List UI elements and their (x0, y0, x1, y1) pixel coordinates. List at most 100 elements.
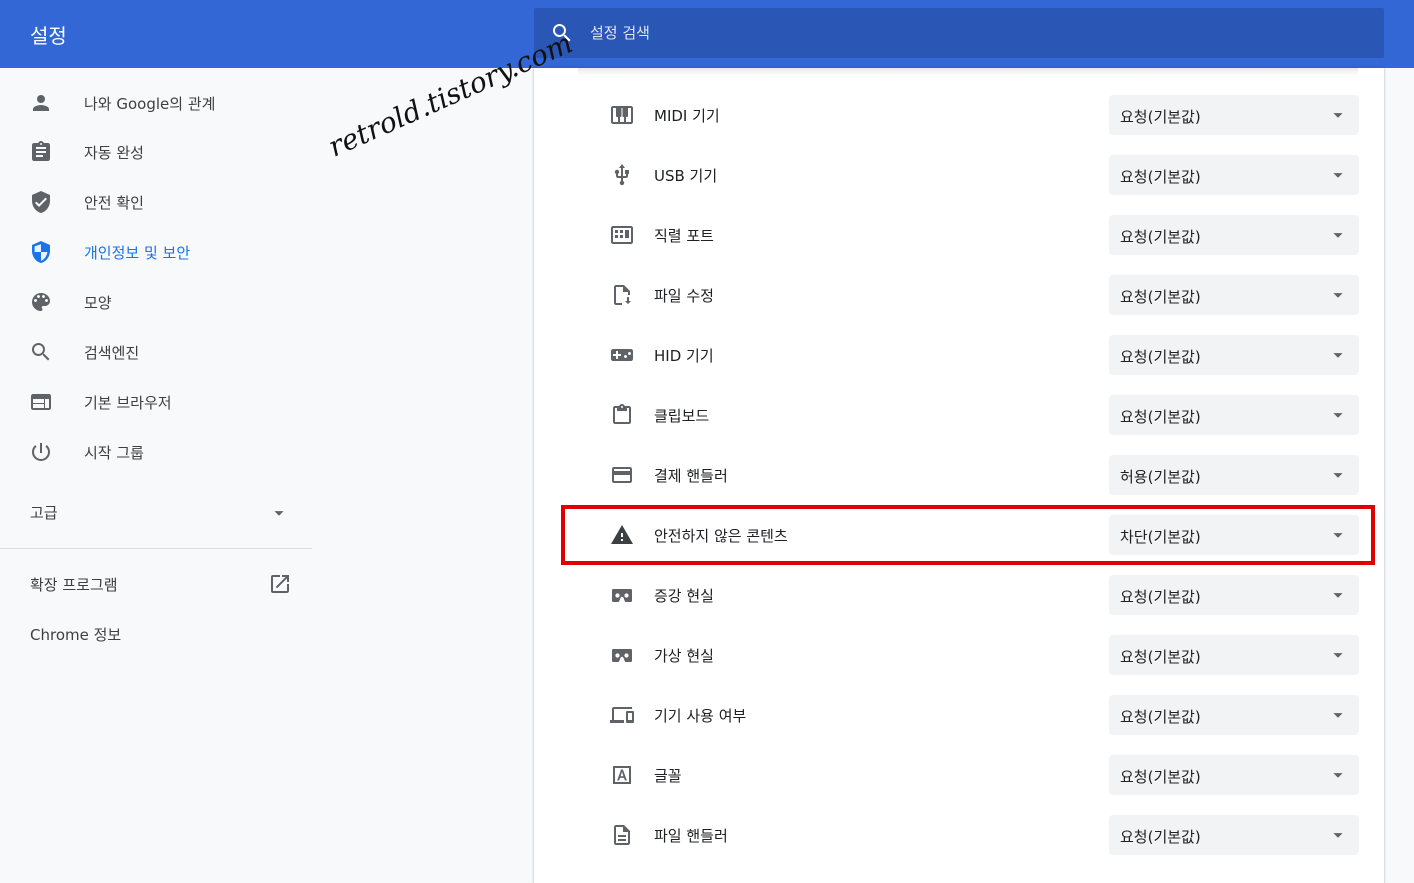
search-box[interactable] (534, 8, 1384, 58)
page-title: 설정 (30, 24, 67, 48)
permission-value: 요청(기본값) (1120, 588, 1201, 606)
sidebar-item-default-browser[interactable]: 기본 브라우저 (0, 378, 312, 426)
setting-row: 가상 현실 요청(기본값) (534, 625, 1384, 685)
dropdown-arrow-icon (1327, 584, 1349, 606)
setting-row: 직렬 포트 요청(기본값) (534, 205, 1384, 265)
setting-row: 안전하지 않은 콘텐츠 차단(기본값) (534, 505, 1384, 565)
sidebar-item-label: 개인정보 및 보안 (84, 244, 191, 262)
dropdown-arrow-icon (1327, 284, 1349, 306)
setting-label: 파일 수정 (654, 287, 714, 305)
piano-icon (610, 103, 634, 127)
permission-value: 허용(기본값) (1120, 468, 1201, 486)
setting-label: 기기 사용 여부 (654, 707, 747, 725)
setting-row: HID 기기 요청(기본값) (534, 325, 1384, 385)
setting-label: 클립보드 (654, 407, 710, 425)
permission-select[interactable]: 요청(기본값) (1109, 695, 1359, 735)
advanced-label: 고급 (30, 504, 58, 522)
permission-value: 요청(기본값) (1120, 708, 1201, 726)
usb-icon (610, 163, 634, 187)
dropdown-arrow-icon (1327, 404, 1349, 426)
dropdown-arrow-icon (1327, 224, 1349, 246)
sidebar-item-label: 나와 Google의 관계 (84, 95, 216, 113)
permission-select[interactable]: 요청(기본값) (1109, 95, 1359, 135)
dropdown-arrow-icon (1327, 704, 1349, 726)
file-edit-icon (610, 283, 634, 307)
permission-select[interactable]: 요청(기본값) (1109, 215, 1359, 255)
permission-select[interactable]: 차단(기본값) (1109, 515, 1359, 555)
setting-row: MIDI 기기 요청(기본값) (534, 85, 1384, 145)
permission-select[interactable]: 허용(기본값) (1109, 455, 1359, 495)
sidebar-item-appearance[interactable]: 모양 (0, 278, 312, 326)
setting-label: 증강 현실 (654, 587, 714, 605)
setting-label: 파일 핸들러 (654, 827, 728, 845)
dropdown-arrow-icon (1327, 524, 1349, 546)
search-icon (32, 343, 50, 361)
permission-value: 요청(기본값) (1120, 228, 1201, 246)
gamepad-icon (610, 343, 634, 367)
person-icon (33, 95, 49, 111)
permission-select[interactable]: 요청(기본값) (1109, 395, 1359, 435)
sidebar-item-safety-check[interactable]: 안전 확인 (0, 178, 312, 226)
setting-label: MIDI 기기 (654, 107, 720, 125)
permission-select[interactable]: 요청(기본값) (1109, 155, 1359, 195)
permission-select[interactable]: 요청(기본값) (1109, 815, 1359, 855)
credit-card-icon (610, 463, 634, 487)
dropdown-arrow-icon (1327, 644, 1349, 666)
sidebar-item-privacy-security[interactable]: 개인정보 및 보안 (0, 228, 312, 276)
palette-icon (32, 293, 50, 311)
extensions-link[interactable]: 확장 프로그램 (0, 560, 312, 608)
content-settings-card: MIDI 기기 요청(기본값) USB 기기 요청(기본값) 직렬 포트 요청(기본값) 파… (534, 68, 1384, 883)
shield-privacy-icon (32, 241, 50, 263)
permission-value: 요청(기본값) (1120, 648, 1201, 666)
permission-select[interactable]: 요청(기본값) (1109, 755, 1359, 795)
dropdown-arrow-icon (1327, 344, 1349, 366)
setting-row: 클립보드 요청(기본값) (534, 385, 1384, 445)
setting-label: HID 기기 (654, 347, 714, 365)
about-chrome-link[interactable]: Chrome 정보 (30, 624, 121, 645)
sidebar-divider (0, 548, 312, 549)
dropdown-arrow-icon (1327, 104, 1349, 126)
warning-icon (610, 523, 634, 547)
setting-row: USB 기기 요청(기본값) (534, 145, 1384, 205)
permission-select[interactable]: 요청(기본값) (1109, 575, 1359, 615)
power-icon (31, 443, 50, 461)
search-input[interactable] (590, 20, 1350, 46)
sidebar: 나와 Google의 관계 자동 완성 안전 확인 개인정보 및 보안 모양 검… (0, 68, 312, 883)
setting-label: 안전하지 않은 콘텐츠 (654, 527, 788, 545)
dropdown-arrow-icon (1327, 764, 1349, 786)
sidebar-item-label: 시작 그룹 (84, 444, 144, 462)
vr-headset-icon (610, 643, 634, 667)
permission-select[interactable]: 요청(기본값) (1109, 635, 1359, 675)
sidebar-item-on-startup[interactable]: 시작 그룹 (0, 428, 312, 476)
sidebar-item-label: 안전 확인 (84, 194, 144, 212)
permission-value: 요청(기본값) (1120, 288, 1201, 306)
permission-value: 요청(기본값) (1120, 408, 1201, 426)
font-icon (610, 763, 634, 787)
dropdown-arrow-icon (1327, 164, 1349, 186)
permission-value: 차단(기본값) (1120, 528, 1201, 546)
setting-label: 가상 현실 (654, 647, 714, 665)
browser-icon (31, 394, 51, 410)
permission-value: 요청(기본값) (1120, 108, 1201, 126)
permission-value: 요청(기본값) (1120, 348, 1201, 366)
shield-check-icon (32, 191, 50, 213)
dropdown-arrow-icon (1327, 824, 1349, 846)
setting-label: USB 기기 (654, 167, 718, 185)
sidebar-item-you-and-google[interactable]: 나와 Google의 관계 (0, 79, 312, 127)
permission-value: 요청(기본값) (1120, 768, 1201, 786)
permission-select[interactable]: 요청(기본값) (1109, 335, 1359, 375)
permission-value: 요청(기본값) (1120, 828, 1201, 846)
setting-row: 증강 현실 요청(기본값) (534, 565, 1384, 625)
setting-label: 글꼴 (654, 767, 682, 785)
dropdown-arrow-icon (274, 511, 284, 516)
sidebar-item-label: 모양 (84, 294, 112, 312)
permission-select[interactable]: 요청(기본값) (1109, 275, 1359, 315)
serial-port-icon (610, 223, 634, 247)
sidebar-item-autofill[interactable]: 자동 완성 (0, 128, 312, 176)
scroll-shadow (578, 68, 1358, 76)
sidebar-item-search-engine[interactable]: 검색엔진 (0, 328, 312, 376)
advanced-toggle[interactable]: 고급 (0, 488, 312, 536)
open-in-new-icon (271, 575, 289, 593)
extensions-label: 확장 프로그램 (30, 576, 118, 594)
permission-value: 요청(기본값) (1120, 168, 1201, 186)
